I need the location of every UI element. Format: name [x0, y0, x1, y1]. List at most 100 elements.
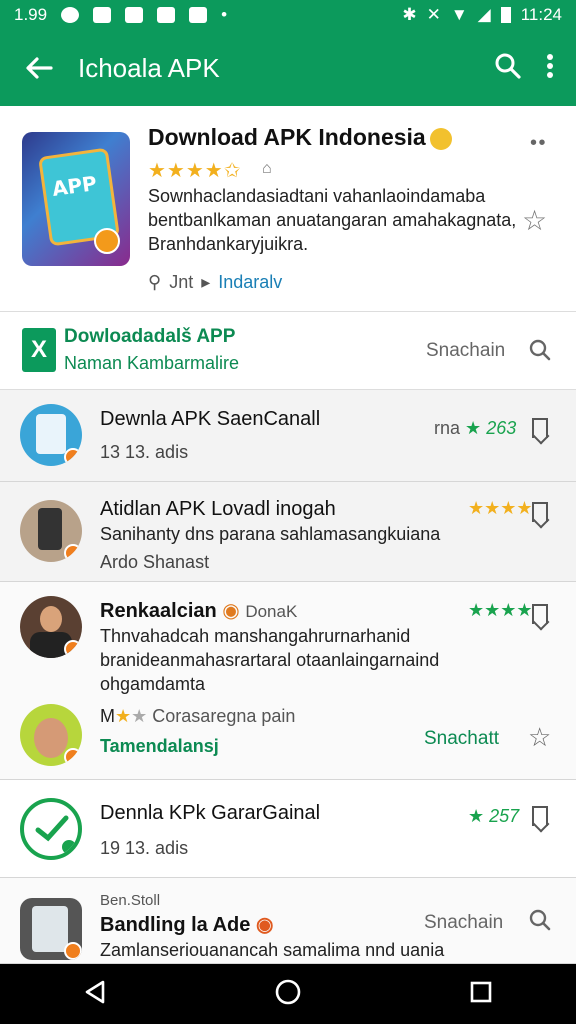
list-item[interactable]: Ben.Stoll Bandling la Ade ◉ Zamlanseriou… [0, 878, 576, 964]
page-title: Ichoala APK [78, 52, 220, 83]
section-header: X Dowloadadalš APP Naman Kambarmalire Sn… [0, 312, 576, 390]
item-title-text: Bandling la Ade [100, 914, 251, 936]
featured-app-card[interactable]: APP Download APK Indonesia • • ★★★★✩ ⌂ S… [0, 106, 576, 312]
avatar [20, 798, 82, 860]
section-title: Dowloadadalš APP [64, 326, 236, 347]
search-small-icon: ⚲ [148, 272, 162, 292]
item-meta: 13 13. adis [100, 442, 189, 462]
app-bar: Ichoala APK [0, 30, 576, 106]
rating: ★★★★ [468, 498, 533, 519]
rating-value: 263 [486, 418, 517, 438]
nav-home-button[interactable] [274, 978, 302, 1011]
list-item-group[interactable]: Renkaalcian ◉ DonaK Thnvahadcah manshang… [0, 582, 576, 780]
favorite-star-icon[interactable]: ☆ [522, 204, 547, 237]
nav-back-button[interactable] [83, 979, 107, 1010]
avatar [20, 596, 82, 658]
more-horiz-icon[interactable]: • • [530, 132, 546, 155]
meta-link[interactable]: Indaralv [218, 272, 282, 293]
arrow-left-icon [26, 57, 53, 79]
avatar [20, 898, 82, 960]
section-subtitle: Naman Kambarmalire [64, 353, 240, 373]
bluetooth-icon: ✱ [402, 5, 417, 24]
status-time-right: 11:24 [520, 5, 562, 24]
badge-icon [64, 640, 82, 658]
system-nav-bar [0, 964, 576, 1024]
mute-icon: ✕ [426, 5, 441, 24]
item-title: Renkaalcian ◉ DonaK [100, 598, 297, 623]
avatar [20, 500, 82, 562]
status-time-left: 1.99 [14, 5, 48, 24]
mail-icon [93, 7, 112, 23]
item-title: M★★ Corasaregna pain [100, 706, 295, 727]
status-right: ✱ ✕ ▼ ◢ 11:24 [402, 5, 562, 25]
star-icon: ★ [465, 418, 482, 438]
item-title: Dennla KPk GararGainal [100, 802, 321, 824]
status-left: 1.99 • [14, 5, 227, 25]
featured-title[interactable]: Download APK Indonesia [148, 124, 426, 151]
item-meta: 19 13. adis [100, 838, 189, 858]
lock-icon: ⌂ [262, 160, 272, 177]
bookmark-icon[interactable] [532, 806, 548, 826]
list-item[interactable]: Dewnla APK SaenCanall 13 13. adis rna ★ … [0, 390, 576, 482]
triangle-back-icon [86, 980, 105, 1003]
notification-icon [61, 7, 80, 23]
app-icon[interactable]: APP [22, 132, 130, 266]
item-title: Dewnla APK SaenCanall [100, 408, 321, 430]
section-search-button[interactable]: Snachain [426, 340, 505, 362]
more-vert-icon [547, 53, 553, 78]
list-item[interactable]: Atidlan APK Lovadl inogah Sanihanty dns … [0, 482, 576, 582]
badge-icon [94, 228, 120, 254]
overflow-menu-button[interactable] [546, 53, 554, 84]
nav-recents-button[interactable] [469, 980, 493, 1009]
item-title: Atidlan APK Lovadl inogah [100, 498, 336, 520]
bookmark-icon[interactable] [532, 418, 548, 438]
avatar [20, 404, 82, 466]
item-title-text: M [100, 706, 115, 726]
wifi-icon: ▼ [450, 5, 468, 24]
item-title-text: Renkaalcian [100, 600, 217, 622]
badge-icon [64, 448, 82, 466]
item-title-extra: DonaK [245, 602, 298, 621]
emoji-icon [430, 128, 452, 150]
chevron-right-icon: ▸ [201, 272, 211, 292]
meta-label: Jnt [169, 272, 194, 292]
badge-icon [60, 838, 78, 856]
featured-meta: ⚲ Jnt ▸ Indaralv [148, 272, 282, 293]
bookmark-icon[interactable] [532, 502, 548, 522]
status-bar: 1.99 • ✱ ✕ ▼ ◢ 11:24 [0, 0, 576, 30]
sim-icon [157, 7, 176, 23]
item-action-button[interactable]: Snachatt [424, 728, 499, 750]
rating-value: 257 [489, 806, 520, 826]
item-link[interactable]: Tamendalansj [100, 736, 219, 757]
battery-icon [500, 7, 511, 23]
badge-icon [64, 748, 82, 766]
featured-description: Sownhaclandasiadtani vahanlaoindamaba be… [148, 186, 517, 254]
item-title-extra: Corasaregna pain [152, 706, 296, 726]
item-description: Sanihanty dns parana sahlamasangkuiana [100, 524, 441, 544]
section-search-icon[interactable] [528, 338, 552, 367]
rating: ★ 257 [468, 806, 519, 827]
favorite-star-icon[interactable]: ☆ [528, 722, 551, 753]
image-icon [125, 7, 144, 23]
item-action-button[interactable]: Snachain [424, 912, 503, 934]
section-logo-icon: X [22, 328, 56, 372]
item-title: Bandling la Ade ◉ [100, 912, 273, 937]
media-icon [189, 7, 208, 23]
badge-icon: ◉ [255, 914, 274, 936]
rating-prefix: rna [434, 418, 461, 438]
item-kicker: Ben.Stoll [100, 892, 161, 909]
search-icon[interactable] [528, 908, 552, 937]
rating: ★★★★ [468, 600, 533, 621]
signal-icon: ◢ [477, 5, 491, 24]
search-button[interactable] [494, 52, 522, 85]
list-item[interactable]: Dennla KPk GararGainal 19 13. adis ★ 257 [0, 780, 576, 878]
back-button[interactable] [0, 56, 78, 80]
item-description: Zamlanseriouanancah samalima nnd uania [100, 940, 445, 960]
search-icon [495, 53, 521, 79]
star-outline-icon: ★ [131, 706, 148, 726]
badge-icon [64, 544, 82, 562]
square-recents-icon [470, 981, 491, 1002]
bookmark-icon[interactable] [532, 604, 548, 624]
more-notifications-icon: • [221, 5, 228, 24]
star-rating: ★★★★✩ [148, 160, 242, 182]
